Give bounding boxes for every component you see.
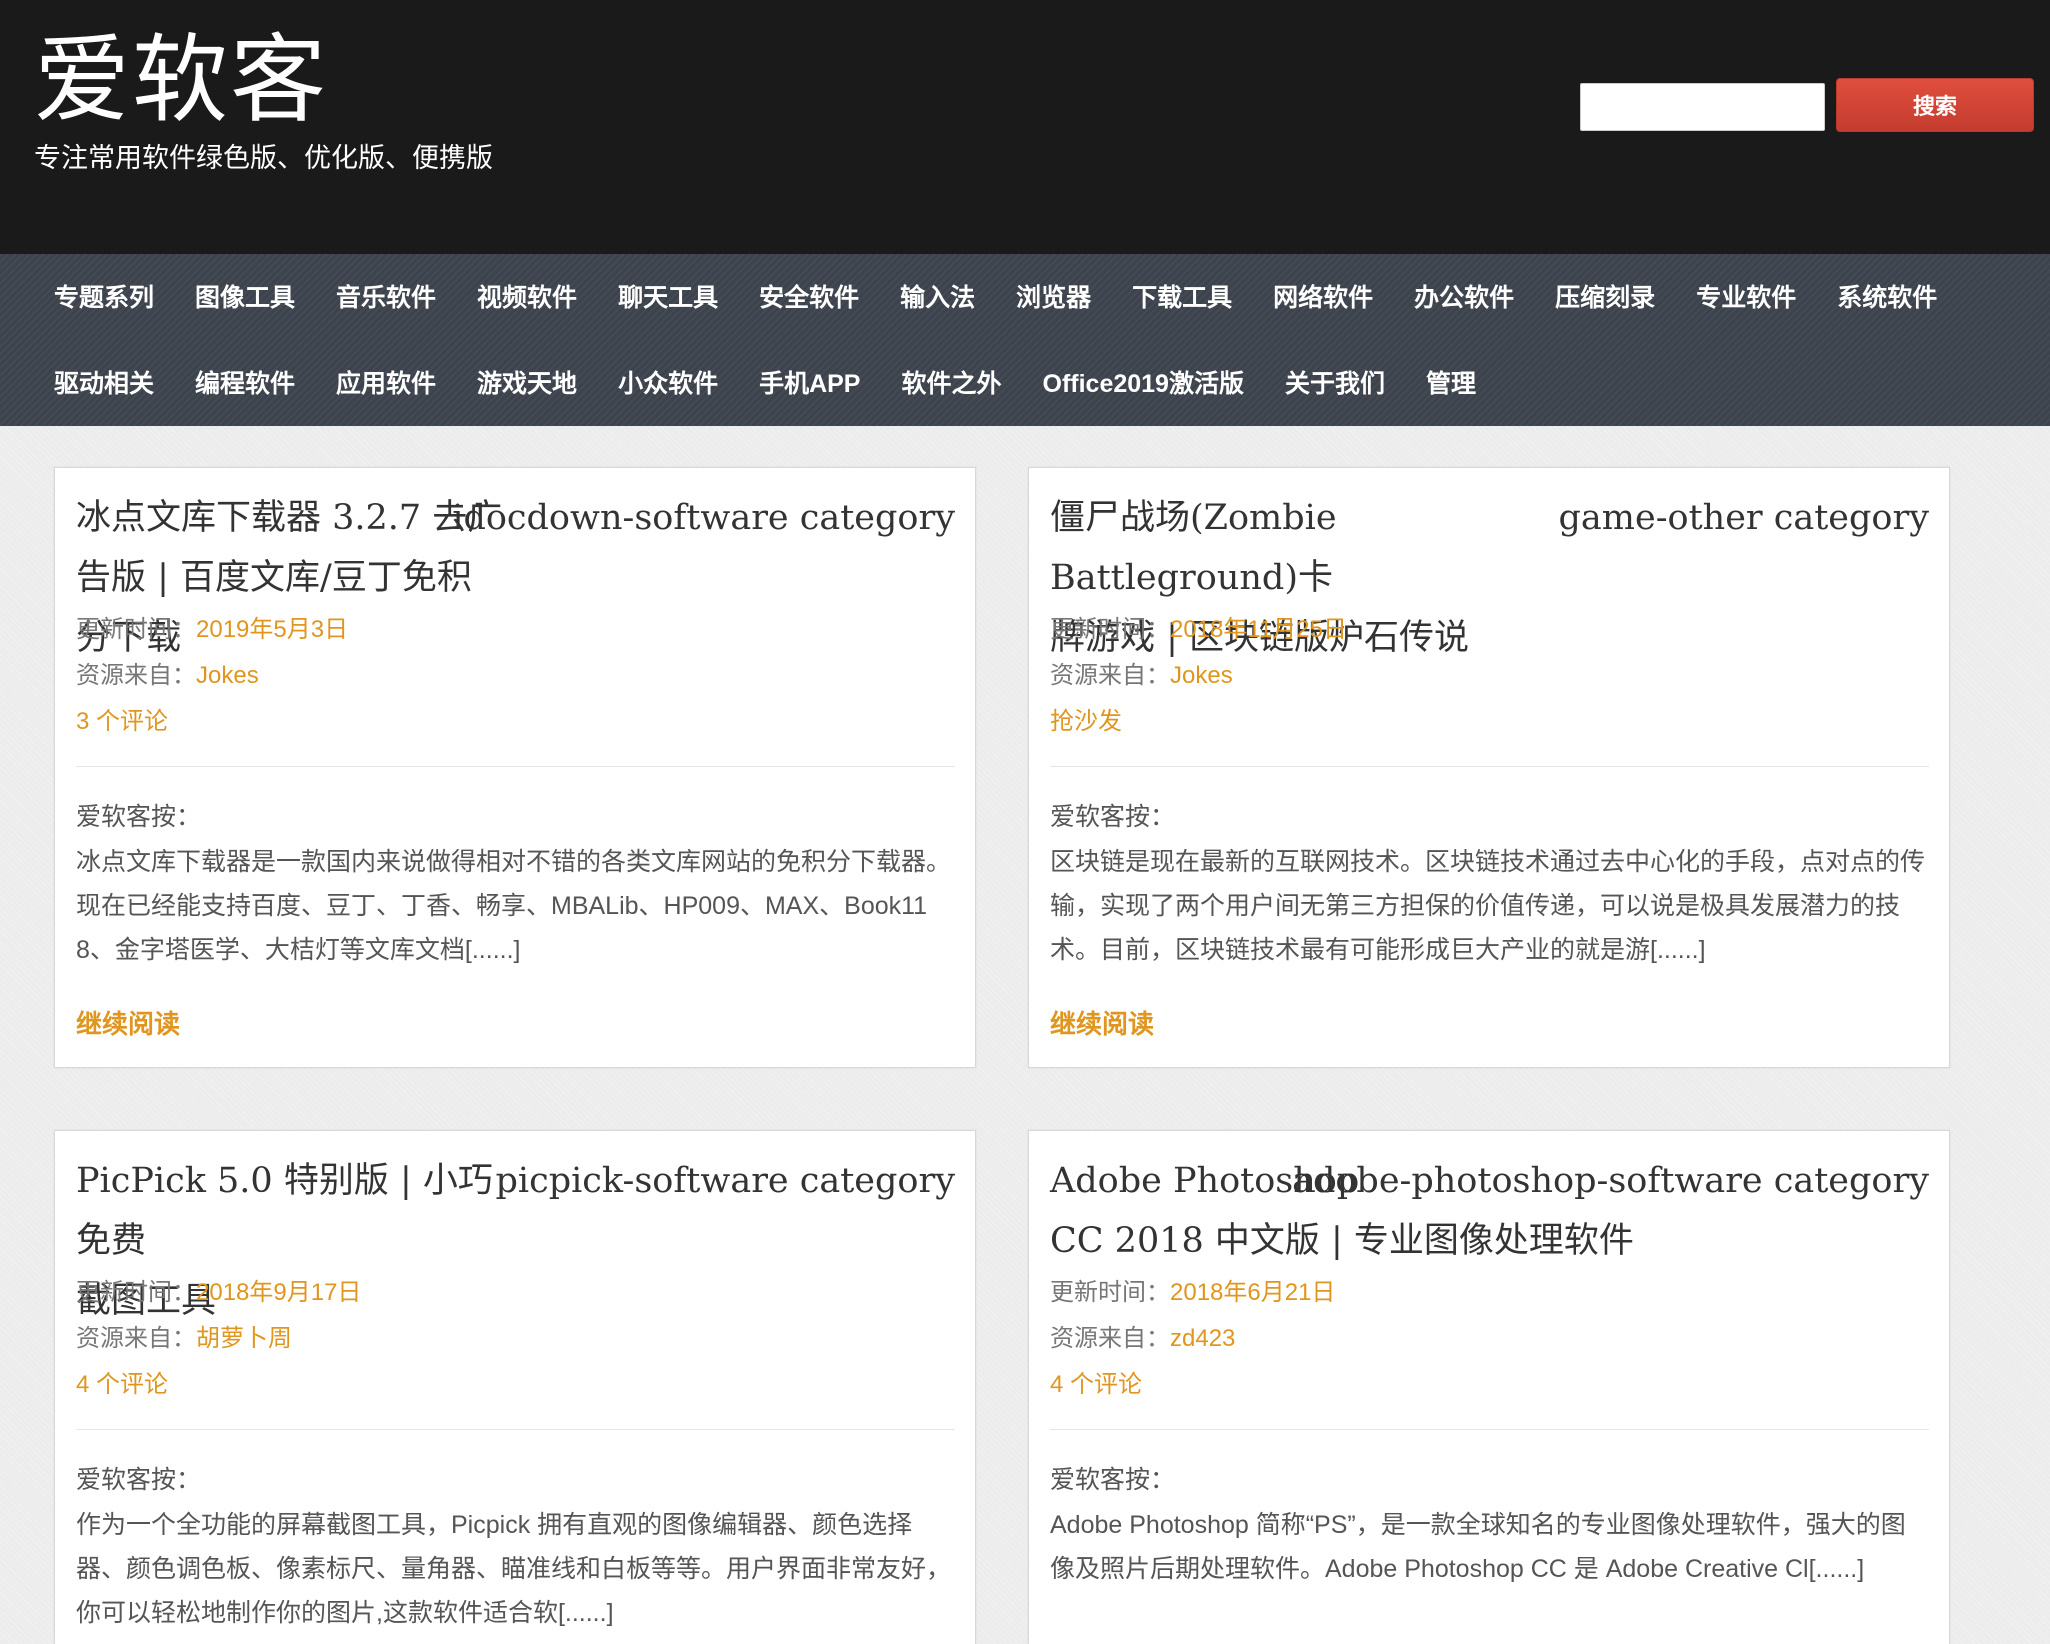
post-category: idocdown-software category — [452, 498, 955, 538]
updated-label: 更新时间： — [1050, 616, 1170, 643]
nav-row-1: 专题系列 图像工具 音乐软件 视频软件 聊天工具 安全软件 输入法 浏览器 下载… — [54, 266, 1978, 326]
post-updated: 更新时间：2018年9月17日 — [76, 1276, 361, 1310]
updated-date[interactable]: 2018年11月25日 — [1170, 616, 1347, 643]
nav-item-music-software[interactable]: 音乐软件 — [336, 278, 436, 314]
card-divider — [76, 766, 955, 767]
updated-label: 更新时间： — [76, 616, 196, 643]
nav-item-about-us[interactable]: 关于我们 — [1285, 364, 1385, 400]
post-category: picpick-software category — [495, 1161, 956, 1201]
updated-date[interactable]: 2019年5月3日 — [196, 616, 348, 643]
post-card: 冰点文库下载器 3.2.7 去广 告版 | 百度文库/豆丁免积分下载 idocdo… — [54, 467, 976, 1068]
nav-item-special-series[interactable]: 专题系列 — [54, 278, 154, 314]
updated-label: 更新时间： — [76, 1279, 196, 1306]
post-comments-link[interactable]: 4 个评论 — [1050, 1368, 1142, 1402]
nav-item-professional-software[interactable]: 专业软件 — [1696, 278, 1796, 314]
post-title[interactable]: Adobe Photoshop CC 2018 中文版 | 专业图像处理软件 ad… — [1050, 1151, 1929, 1271]
post-card: 僵尸战场(Zombie Battleground)卡 牌游戏 | 区块链版炉石传说… — [1028, 467, 1950, 1068]
main-nav: 专题系列 图像工具 音乐软件 视频软件 聊天工具 安全软件 输入法 浏览器 下载… — [0, 254, 2050, 426]
nav-item-office2019-activation[interactable]: Office2019激活版 — [1043, 364, 1244, 400]
nav-item-games[interactable]: 游戏天地 — [477, 364, 577, 400]
source-author[interactable]: Jokes — [196, 662, 259, 689]
source-author[interactable]: 胡萝卜周 — [196, 1325, 292, 1352]
post-comments-link[interactable]: 4 个评论 — [76, 1368, 168, 1402]
search-button[interactable]: 搜索 — [1836, 78, 2034, 132]
nav-item-video-software[interactable]: 视频软件 — [477, 278, 577, 314]
nav-item-security-software[interactable]: 安全软件 — [759, 278, 859, 314]
card-divider — [1050, 1429, 1929, 1430]
note-label: 爱软客按： — [1050, 1466, 1176, 1494]
post-excerpt: 冰点文库下载器是一款国内来说做得相对不错的各类文库网站的免积分下载器。现在已经能… — [76, 848, 952, 964]
nav-item-drivers[interactable]: 驱动相关 — [54, 364, 154, 400]
post-updated: 更新时间：2018年6月21日 — [1050, 1276, 1335, 1310]
source-author[interactable]: zd423 — [1170, 1325, 1235, 1352]
post-card: PicPick 5.0 特别版 | 小巧免费 截图工具 picpick-softw… — [54, 1130, 976, 1644]
site-title[interactable]: 爱软客 — [34, 20, 328, 140]
card-divider — [1050, 766, 1929, 767]
card-divider — [76, 1429, 955, 1430]
post-source: 资源来自：胡萝卜周 — [76, 1322, 292, 1356]
source-label: 资源来自： — [1050, 1325, 1170, 1352]
nav-item-system-software[interactable]: 系统软件 — [1837, 278, 1937, 314]
nav-item-compression-burning[interactable]: 压缩刻录 — [1555, 278, 1655, 314]
nav-item-mobile-app[interactable]: 手机APP — [759, 364, 860, 400]
post-source: 资源来自：Jokes — [1050, 659, 1233, 693]
site-header: 爱软客 专注常用软件绿色版、优化版、便携版 搜索 — [0, 0, 2050, 254]
updated-label: 更新时间： — [1050, 1279, 1170, 1306]
post-updated: 更新时间：2018年11月25日 — [1050, 613, 1347, 647]
nav-item-niche-software[interactable]: 小众软件 — [618, 364, 718, 400]
post-excerpt: Adobe Photoshop 简称“PS”，是一款全球知名的专业图像处理软件，… — [1050, 1511, 1906, 1583]
nav-item-chat-tools[interactable]: 聊天工具 — [618, 278, 718, 314]
source-label: 资源来自： — [76, 1325, 196, 1352]
post-card: Adobe Photoshop CC 2018 中文版 | 专业图像处理软件 ad… — [1028, 1130, 1950, 1644]
post-excerpt: 作为一个全功能的屏幕截图工具，Picpick 拥有直观的图像编辑器、颜色选择器、… — [76, 1511, 952, 1627]
note-label: 爱软客按： — [76, 1466, 202, 1494]
post-comments-link[interactable]: 3 个评论 — [76, 705, 168, 739]
nav-item-download-tools[interactable]: 下载工具 — [1132, 278, 1232, 314]
post-source: 资源来自：Jokes — [76, 659, 259, 693]
post-title-line-1: 冰点文库下载器 3.2.7 去广 — [76, 498, 503, 538]
read-more-link[interactable]: 继续阅读 — [1050, 1006, 1154, 1042]
nav-row-2: 驱动相关 编程软件 应用软件 游戏天地 小众软件 手机APP 软件之外 Offi… — [54, 352, 1517, 412]
note-label: 爱软客按： — [76, 803, 202, 831]
note-label: 爱软客按： — [1050, 803, 1176, 831]
post-updated: 更新时间：2019年5月3日 — [76, 613, 348, 647]
post-category: game-other category — [1558, 498, 1929, 538]
post-title-line-1: PicPick 5.0 特别版 | 小巧免费 — [76, 1161, 493, 1261]
post-excerpt: 区块链是现在最新的互联网技术。区块链技术通过去中心化的手段，点对点的传输，实现了… — [1050, 848, 1926, 964]
nav-item-image-tools[interactable]: 图像工具 — [195, 278, 295, 314]
post-source: 资源来自：zd423 — [1050, 1322, 1235, 1356]
nav-item-input-method[interactable]: 输入法 — [900, 278, 975, 314]
post-title-line-2: CC 2018 中文版 | 专业图像处理软件 — [1050, 1221, 1634, 1261]
updated-date[interactable]: 2018年9月17日 — [196, 1279, 361, 1306]
post-category: adobe-photoshop-software category — [1292, 1161, 1929, 1201]
nav-item-office-software[interactable]: 办公软件 — [1414, 278, 1514, 314]
source-label: 资源来自： — [76, 662, 196, 689]
source-author[interactable]: Jokes — [1170, 662, 1233, 689]
search-input[interactable] — [1580, 83, 1825, 131]
post-title-line-1: 僵尸战场(Zombie Battleground)卡 — [1050, 498, 1337, 598]
nav-item-programming-software[interactable]: 编程软件 — [195, 364, 295, 400]
post-comments-link[interactable]: 抢沙发 — [1050, 705, 1122, 739]
read-more-link[interactable]: 继续阅读 — [76, 1006, 180, 1042]
nav-item-network-software[interactable]: 网络软件 — [1273, 278, 1373, 314]
site-tagline: 专注常用软件绿色版、优化版、便携版 — [34, 143, 493, 173]
nav-item-application-software[interactable]: 应用软件 — [336, 364, 436, 400]
updated-date[interactable]: 2018年6月21日 — [1170, 1279, 1335, 1306]
nav-item-beyond-software[interactable]: 软件之外 — [901, 364, 1001, 400]
nav-item-admin[interactable]: 管理 — [1426, 364, 1476, 400]
source-label: 资源来自： — [1050, 662, 1170, 689]
nav-item-browser[interactable]: 浏览器 — [1016, 278, 1091, 314]
